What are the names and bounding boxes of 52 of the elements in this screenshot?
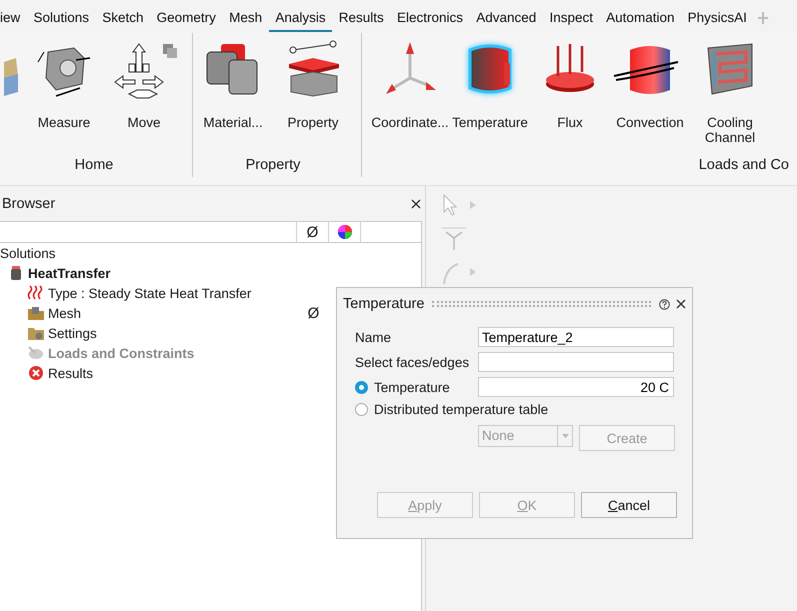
tree-item[interactable]: Solutions xyxy=(0,246,56,260)
tool-label[interactable]: Cooling Channel xyxy=(698,115,762,145)
menu-tab[interactable]: iew xyxy=(0,4,27,32)
close-icon[interactable] xyxy=(676,299,686,309)
temperature-field[interactable]: 20 C xyxy=(478,377,674,397)
tool-label[interactable]: Temperature xyxy=(452,115,528,130)
color-wheel-icon[interactable] xyxy=(338,225,352,239)
group-label: Property xyxy=(246,157,300,173)
folder-gear-icon xyxy=(27,325,45,341)
panel-title: Browser xyxy=(2,196,56,212)
folder-icon xyxy=(27,305,45,321)
close-icon[interactable] xyxy=(411,198,421,208)
menu-tab[interactable]: Geometry xyxy=(150,4,223,32)
menu-tab[interactable]: Solutions xyxy=(26,4,96,32)
tree-item[interactable]: Settings xyxy=(48,326,97,340)
group-label: Loads and Co xyxy=(698,157,789,173)
selection-field[interactable] xyxy=(478,352,674,372)
menu-tab[interactable]: Sketch xyxy=(96,4,150,32)
name-field[interactable]: Temperature_2 xyxy=(478,327,674,347)
heat-waves-icon xyxy=(27,285,45,301)
menu-tab[interactable]: PhysicsAI xyxy=(681,4,754,32)
menu-tab[interactable]: Results xyxy=(332,4,390,32)
radio-option[interactable]: Distributed temperature table xyxy=(355,402,548,417)
radio-option[interactable]: Temperature xyxy=(355,380,478,394)
tree-item[interactable]: HeatTransfer xyxy=(28,266,111,280)
tree-item[interactable]: Results xyxy=(48,366,94,380)
tool-label[interactable]: Coordinate... xyxy=(371,115,449,130)
group-label: Home xyxy=(74,157,114,173)
field-label: Name xyxy=(355,330,392,344)
cylinder-icon xyxy=(10,266,22,280)
dialog-button[interactable]: Cancel xyxy=(581,492,677,518)
tool-label[interactable]: Material... xyxy=(203,115,263,130)
tool-label[interactable]: Convection xyxy=(616,115,684,130)
tool-label[interactable]: Property xyxy=(287,115,339,130)
field-label: Select faces/edges xyxy=(355,354,470,370)
loads-icon xyxy=(27,345,45,361)
menu-tab[interactable]: Mesh xyxy=(222,4,269,32)
menu-tab[interactable]: Automation xyxy=(600,4,682,32)
menu-tab[interactable]: Inspect xyxy=(542,4,600,32)
menu-tab[interactable]: Advanced xyxy=(470,4,543,32)
tool-label[interactable]: Measure xyxy=(38,115,90,130)
tree-item[interactable]: Mesh xyxy=(48,306,82,320)
help-icon[interactable] xyxy=(659,298,670,310)
tree-item[interactable]: Type : Steady State Heat Transfer xyxy=(48,286,252,300)
menu-tab[interactable]: Electronics xyxy=(390,4,470,32)
table-cell-text: Ø xyxy=(306,304,320,322)
error-icon xyxy=(28,365,44,381)
dialog-title: Temperature xyxy=(343,296,424,312)
tool-label[interactable]: Flux xyxy=(557,115,583,130)
caret-icon xyxy=(562,434,568,438)
column-header[interactable]: Ø xyxy=(306,224,318,240)
tool-label[interactable]: Move xyxy=(127,115,160,130)
